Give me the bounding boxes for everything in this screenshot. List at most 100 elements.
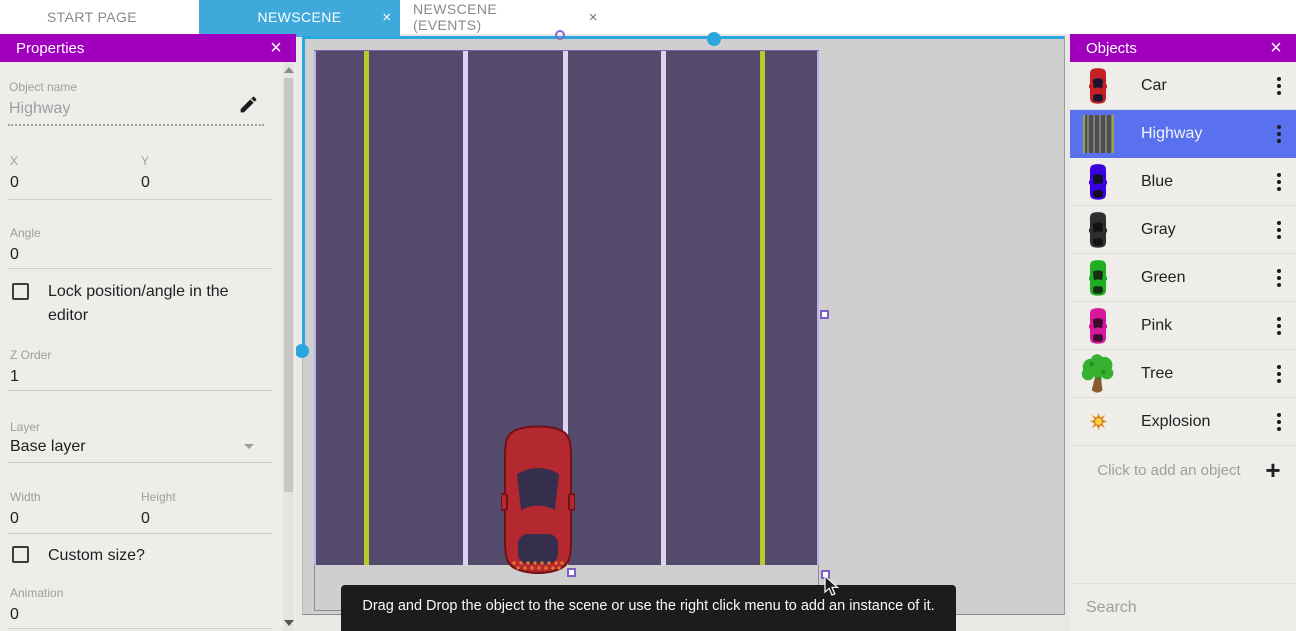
- object-row-explosion[interactable]: Explosion: [1070, 398, 1296, 446]
- kebab-menu-icon[interactable]: [1262, 317, 1296, 335]
- field-underline: [8, 390, 272, 391]
- object-label: Highway: [1126, 125, 1262, 143]
- custom-size-checkbox[interactable]: [12, 546, 29, 563]
- height-value[interactable]: 0: [141, 510, 150, 528]
- objects-header: Objects ×: [1070, 34, 1296, 62]
- x-value[interactable]: 0: [10, 174, 19, 192]
- tree-icon: [1080, 354, 1116, 394]
- edit-pencil-icon[interactable]: [238, 94, 259, 115]
- object-row-highway[interactable]: Highway: [1070, 110, 1296, 158]
- tab-bar: START PAGE NEWSCENE × NEWSCENE (EVENTS) …: [0, 0, 1296, 34]
- plus-icon[interactable]: +: [1250, 457, 1296, 483]
- properties-panel: Properties × Object name Highway X Y 0 0…: [0, 34, 296, 631]
- window-border: [314, 565, 315, 610]
- tab-newscene-events[interactable]: NEWSCENE (EVENTS) ×: [400, 0, 606, 34]
- object-search: [1070, 583, 1296, 631]
- road-lane-line: [661, 51, 666, 565]
- road-edge-line: [314, 51, 316, 565]
- kebab-menu-icon[interactable]: [1262, 77, 1296, 95]
- chevron-down-icon[interactable]: [244, 444, 254, 449]
- kebab-menu-icon[interactable]: [1262, 173, 1296, 191]
- objects-list: Car Highway Blue: [1070, 62, 1296, 494]
- close-tab-icon[interactable]: ×: [581, 9, 606, 26]
- object-label: Blue: [1126, 173, 1262, 191]
- panel-title: Properties: [16, 40, 84, 57]
- angle-value[interactable]: 0: [10, 246, 19, 264]
- car-icon: [1089, 306, 1107, 346]
- car-icon: [1089, 66, 1107, 106]
- object-row-pink[interactable]: Pink: [1070, 302, 1296, 350]
- selection-handle-left[interactable]: [295, 344, 309, 358]
- z-order-label: Z Order: [10, 348, 51, 362]
- add-object-button[interactable]: Click to add an object +: [1070, 446, 1296, 494]
- scroll-down-icon[interactable]: [284, 620, 294, 626]
- y-value[interactable]: 0: [141, 174, 150, 192]
- explosion-icon: [1090, 413, 1107, 430]
- z-order-value[interactable]: 1: [10, 368, 19, 386]
- road-edge-line: [817, 51, 819, 565]
- object-label: Pink: [1126, 317, 1262, 335]
- width-value[interactable]: 0: [10, 510, 19, 528]
- angle-label: Angle: [10, 226, 41, 240]
- custom-size-label: Custom size?: [48, 544, 268, 568]
- properties-header: Properties ×: [0, 34, 296, 62]
- scroll-up-icon[interactable]: [284, 67, 294, 73]
- close-tab-icon[interactable]: ×: [374, 9, 400, 26]
- close-icon[interactable]: ×: [1265, 38, 1287, 58]
- car-icon: [1089, 162, 1107, 202]
- car-instance[interactable]: [501, 424, 575, 576]
- tab-label: NEWSCENE: [199, 9, 374, 25]
- resize-handle-right[interactable]: [820, 310, 829, 319]
- object-row-blue[interactable]: Blue: [1070, 158, 1296, 206]
- kebab-menu-icon[interactable]: [1262, 125, 1296, 143]
- x-label: X: [10, 154, 18, 168]
- snackbar-hint: Drag and Drop the object to the scene or…: [341, 585, 956, 631]
- add-object-label: Click to add an object: [1070, 462, 1250, 479]
- road-lane-line: [463, 51, 468, 565]
- field-underline: [8, 199, 272, 200]
- selection-left-edge: [302, 36, 305, 352]
- object-row-gray[interactable]: Gray: [1070, 206, 1296, 254]
- objects-panel: Objects × Car Highway: [1070, 34, 1296, 631]
- road-yellow-line: [760, 51, 765, 565]
- selection-top-edge: [303, 36, 1064, 39]
- y-label: Y: [141, 154, 149, 168]
- close-icon[interactable]: ×: [265, 38, 287, 58]
- object-row-green[interactable]: Green: [1070, 254, 1296, 302]
- panel-title: Objects: [1086, 40, 1137, 57]
- road-yellow-line: [364, 51, 369, 565]
- lock-position-checkbox[interactable]: [12, 283, 29, 300]
- field-underline: [8, 462, 272, 463]
- object-row-car[interactable]: Car: [1070, 62, 1296, 110]
- object-label: Green: [1126, 269, 1262, 287]
- properties-scrollbar[interactable]: [283, 62, 294, 631]
- selection-handle-top[interactable]: [707, 32, 721, 46]
- scrollbar-thumb[interactable]: [284, 78, 293, 492]
- tab-label: NEWSCENE (EVENTS): [413, 1, 567, 33]
- rotate-handle-icon[interactable]: [555, 30, 565, 40]
- width-label: Width: [10, 490, 41, 504]
- mouse-cursor: [824, 575, 840, 597]
- object-name-label: Object name: [9, 80, 77, 94]
- scene-canvas[interactable]: [302, 36, 1065, 615]
- object-label: Explosion: [1126, 413, 1262, 431]
- highway-icon: [1083, 115, 1114, 153]
- object-label: Gray: [1126, 221, 1262, 239]
- layer-select[interactable]: Base layer: [10, 438, 86, 456]
- kebab-menu-icon[interactable]: [1262, 365, 1296, 383]
- object-row-tree[interactable]: Tree: [1070, 350, 1296, 398]
- search-input[interactable]: [1086, 599, 1293, 617]
- kebab-menu-icon[interactable]: [1262, 221, 1296, 239]
- field-underline: [8, 533, 272, 534]
- tab-start-page[interactable]: START PAGE: [24, 0, 160, 34]
- kebab-menu-icon[interactable]: [1262, 269, 1296, 287]
- kebab-menu-icon[interactable]: [1262, 413, 1296, 431]
- object-label: Car: [1126, 77, 1262, 95]
- car-icon: [1089, 210, 1107, 250]
- field-underline: [8, 268, 272, 269]
- animation-value[interactable]: 0: [10, 606, 19, 624]
- animation-label: Animation: [10, 586, 63, 600]
- car-icon: [1089, 258, 1107, 298]
- resize-handle-bottom[interactable]: [567, 568, 576, 577]
- object-name-underline: [8, 124, 264, 126]
